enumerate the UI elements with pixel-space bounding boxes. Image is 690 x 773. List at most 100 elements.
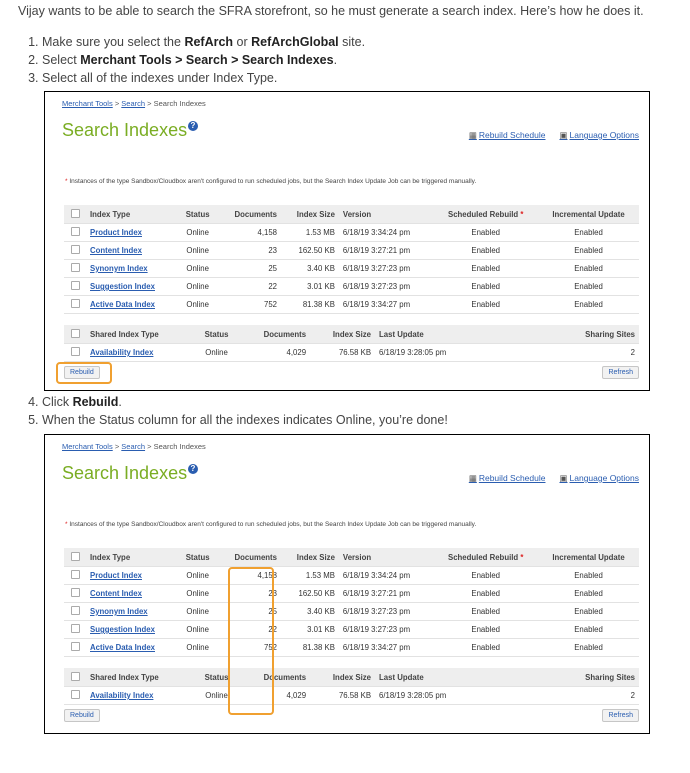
- sharing-sites-cell: 2: [481, 343, 639, 362]
- column-header: Index Type: [86, 205, 178, 224]
- row-checkbox[interactable]: [70, 263, 80, 272]
- version-cell: 6/18/19 3:34:27 pm: [338, 638, 434, 657]
- rebuild-schedule-link[interactable]: ▦ Rebuild Schedule: [469, 473, 546, 483]
- index-link[interactable]: Availability Index: [90, 348, 153, 357]
- row-checkbox[interactable]: [70, 606, 80, 615]
- index-link[interactable]: Product Index: [90, 571, 142, 580]
- index-link[interactable]: Content Index: [90, 589, 142, 598]
- scheduled-rebuild-cell: Enabled: [433, 241, 539, 260]
- table-header-row: Index Type Status Documents Index Size Versi…: [64, 548, 639, 567]
- version-cell: 6/18/19 3:27:23 pm: [338, 259, 434, 278]
- required-asterisk: *: [518, 552, 524, 562]
- row-checkbox[interactable]: [70, 588, 80, 597]
- refresh-button[interactable]: Refresh: [602, 709, 639, 722]
- index-link[interactable]: Synonym Index: [90, 264, 148, 273]
- help-icon[interactable]: ?: [188, 121, 198, 131]
- index-size-cell: 1.53 MB: [281, 566, 339, 585]
- breadcrumb-link[interactable]: Merchant Tools: [62, 99, 113, 108]
- table-header-row: Shared Index Type Status Documents Index Si…: [64, 668, 639, 687]
- table-row: Active Data Index Online 752 81.38 KB 6/18/1…: [64, 295, 639, 314]
- index-link[interactable]: Suggestion Index: [90, 282, 155, 291]
- page-title: Search Indexes: [62, 463, 188, 483]
- table-row: Product Index Online 4,158 1.53 MB 6/18/19 3…: [64, 566, 639, 585]
- header-links: ▦ Rebuild Schedule ▣ Language Options: [455, 473, 639, 484]
- status-cell: Online: [177, 584, 218, 603]
- column-header-label: Version: [342, 552, 372, 562]
- version-cell: 6/18/19 3:34:27 pm: [338, 295, 434, 314]
- step-emphasis: Merchant Tools > Search > Search Indexes: [80, 53, 334, 67]
- index-type-cell: Availability Index: [86, 343, 195, 362]
- step-item: Select all of the indexes under Index Ty…: [42, 69, 365, 87]
- calendar-icon: ▦: [468, 473, 477, 483]
- rebuild-schedule-label: Rebuild Schedule: [478, 130, 546, 140]
- breadcrumb-link[interactable]: Merchant Tools: [62, 442, 113, 451]
- table-header-row: Index Type Status Documents Index Size Versi…: [64, 205, 639, 224]
- column-header: Status: [194, 325, 239, 344]
- scheduled-rebuild-cell: Enabled: [433, 295, 539, 314]
- row-checkbox[interactable]: [70, 570, 80, 579]
- index-link[interactable]: Active Data Index: [90, 300, 155, 309]
- row-checkbox[interactable]: [70, 245, 80, 254]
- checkbox-cell: [64, 295, 86, 314]
- refresh-button[interactable]: Refresh: [602, 366, 639, 379]
- breadcrumb: Merchant Tools > Search > Search Indexes: [62, 99, 206, 108]
- index-link[interactable]: Suggestion Index: [90, 625, 155, 634]
- row-checkbox[interactable]: [70, 281, 80, 290]
- rebuild-schedule-link[interactable]: ▦ Rebuild Schedule: [469, 130, 546, 140]
- version-cell: 6/18/19 3:27:21 pm: [338, 241, 434, 260]
- index-link[interactable]: Availability Index: [90, 691, 153, 700]
- incremental-update-cell: Enabled: [538, 223, 639, 242]
- breadcrumb-link[interactable]: Search: [121, 99, 145, 108]
- shared-index-table: Shared Index Type Status Documents Index Si…: [64, 325, 639, 362]
- row-checkbox[interactable]: [70, 299, 80, 308]
- incremental-update-cell: Enabled: [538, 259, 639, 278]
- language-options-link[interactable]: ▣ Language Options: [559, 473, 639, 483]
- index-size-cell: 3.01 KB: [281, 277, 339, 296]
- help-icon[interactable]: ?: [188, 464, 198, 474]
- index-type-cell: Content Index: [86, 241, 178, 260]
- select-all-checkbox[interactable]: [70, 671, 80, 681]
- select-all-checkbox[interactable]: [70, 551, 80, 561]
- select-all-checkbox[interactable]: [70, 208, 80, 218]
- rebuild-schedule-label: Rebuild Schedule: [478, 473, 546, 483]
- checkbox-cell: [64, 259, 86, 278]
- step-emphasis: RefArchGlobal: [251, 35, 339, 49]
- header-checkbox-cell: [64, 668, 86, 687]
- row-checkbox[interactable]: [70, 690, 80, 699]
- language-options-link[interactable]: ▣ Language Options: [559, 130, 639, 140]
- table-row: Availability Index Online 4,029 76.58 KB 6/1…: [64, 686, 639, 705]
- index-link[interactable]: Synonym Index: [90, 607, 148, 616]
- highlight-rebuild: [56, 362, 112, 384]
- version-cell: 6/18/19 3:27:23 pm: [338, 602, 434, 621]
- table-row: Availability Index Online 4,029 76.58 KB 6/1…: [64, 343, 639, 362]
- row-checkbox[interactable]: [70, 624, 80, 633]
- index-size-cell: 3.40 KB: [281, 602, 339, 621]
- required-asterisk: *: [518, 209, 524, 219]
- scheduled-rebuild-cell: Enabled: [433, 602, 539, 621]
- select-all-checkbox[interactable]: [70, 328, 80, 338]
- index-size-cell: 81.38 KB: [281, 295, 339, 314]
- row-checkbox[interactable]: [70, 347, 80, 356]
- index-link[interactable]: Content Index: [90, 246, 142, 255]
- documents-cell: 23: [217, 241, 281, 260]
- row-checkbox[interactable]: [70, 642, 80, 651]
- step-item: Select Merchant Tools > Search > Search …: [42, 51, 365, 69]
- column-header: Version: [338, 548, 434, 567]
- scheduled-rebuild-cell: Enabled: [433, 566, 539, 585]
- scheduled-rebuild-cell: Enabled: [433, 223, 539, 242]
- checkbox-cell: [64, 566, 86, 585]
- row-checkbox[interactable]: [70, 227, 80, 236]
- step-item: Make sure you select the RefArch or RefA…: [42, 33, 365, 51]
- index-table: Index Type Status Documents Index Size Versi…: [64, 548, 639, 657]
- checkbox-cell: [64, 277, 86, 296]
- last-update-cell: 6/18/19 3:28:05 pm: [375, 343, 481, 362]
- index-link[interactable]: Active Data Index: [90, 643, 155, 652]
- index-link[interactable]: Product Index: [90, 228, 142, 237]
- rebuild-button[interactable]: Rebuild: [64, 709, 100, 722]
- column-header: Incremental Update: [538, 548, 639, 567]
- column-header: Index Type: [86, 548, 178, 567]
- breadcrumb-link[interactable]: Search: [121, 442, 145, 451]
- steps-list-2: Click Rebuild.When the Status column for…: [20, 393, 448, 429]
- incremental-update-cell: Enabled: [538, 295, 639, 314]
- last-update-cell: 6/18/19 3:28:05 pm: [375, 686, 481, 705]
